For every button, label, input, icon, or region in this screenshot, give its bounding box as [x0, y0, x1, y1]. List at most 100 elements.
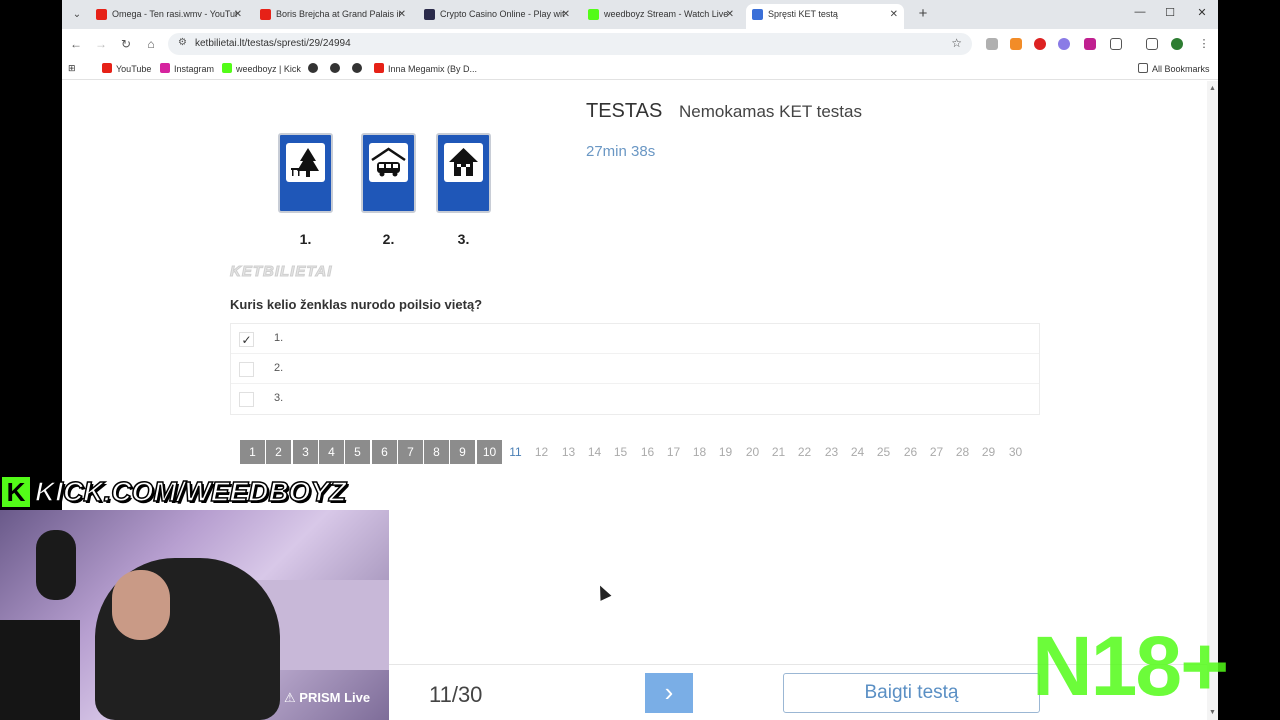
page-button-23[interactable]: 23	[819, 440, 844, 464]
page-button-16[interactable]: 16	[635, 440, 660, 464]
minimize-button[interactable]: —	[1133, 6, 1147, 18]
mouse-cursor	[594, 583, 612, 601]
tab-ket-test[interactable]: Spręsti KET testą ✕	[746, 4, 904, 29]
page-button-27[interactable]: 27	[924, 440, 949, 464]
bookmark-star-icon[interactable]: ☆	[951, 36, 962, 50]
bookmark-globe-3[interactable]	[352, 63, 366, 74]
page-button-17[interactable]: 17	[661, 440, 686, 464]
close-icon[interactable]: ✕	[890, 4, 898, 25]
sign-number-2: 2.	[382, 231, 395, 247]
page-button-25[interactable]: 25	[871, 440, 896, 464]
finish-test-button[interactable]: Baigti testą	[783, 673, 1040, 713]
webcam-monitor	[0, 620, 80, 720]
checkbox-checked[interactable]: ✓	[239, 332, 254, 347]
page-button-21[interactable]: 21	[766, 440, 791, 464]
page-button-29[interactable]: 29	[976, 440, 1001, 464]
page-button-9[interactable]: 9	[450, 440, 475, 464]
road-sign-1	[278, 133, 333, 213]
tab-youtube-omega[interactable]: Omega - Ten rasi.wmv - YouTub ✕	[90, 4, 248, 25]
page-button-12[interactable]: 12	[529, 440, 554, 464]
page-button-2[interactable]: 2	[266, 440, 291, 464]
bookmark-globe-2[interactable]	[330, 63, 344, 74]
page-button-22[interactable]: 22	[792, 440, 817, 464]
address-bar[interactable]: ⚙ ketbilietai.lt/testas/spresti/29/24994…	[168, 33, 972, 55]
site-info-icon[interactable]: ⚙	[178, 37, 187, 48]
metamask-icon[interactable]	[1010, 38, 1022, 50]
close-icon[interactable]: ✕	[234, 4, 242, 25]
page-button-5[interactable]: 5	[345, 440, 370, 464]
question-image: 1. 2. 3.	[230, 93, 548, 283]
bookmark-youtube[interactable]: YouTube	[102, 63, 151, 74]
page-button-7[interactable]: 7	[398, 440, 423, 464]
scroll-up-icon[interactable]: ▲	[1209, 85, 1216, 92]
folder-icon	[1138, 63, 1148, 73]
puzzle-icon[interactable]	[1110, 38, 1122, 50]
page-button-20[interactable]: 20	[740, 440, 765, 464]
page-button-10[interactable]: 10	[477, 440, 502, 464]
maximize-button[interactable]: ☐	[1163, 6, 1177, 19]
tab-search-icon[interactable]: ⌄	[68, 6, 86, 24]
page-button-19[interactable]: 19	[713, 440, 738, 464]
youtube-icon	[260, 9, 271, 20]
kick-url-text: KICK.COM/WEEDBOYZ	[34, 475, 347, 508]
checkbox[interactable]	[239, 392, 254, 407]
tab-youtube-boris[interactable]: Boris Brejcha at Grand Palais in ✕	[254, 4, 412, 25]
menu-icon[interactable]: ⋮	[1198, 38, 1210, 50]
all-bookmarks[interactable]: All Bookmarks	[1138, 63, 1210, 74]
adblock-icon[interactable]	[1034, 38, 1046, 50]
youtube-icon	[96, 9, 107, 20]
extension-icon[interactable]	[986, 38, 998, 50]
close-icon[interactable]: ✕	[562, 4, 570, 25]
page-button-30[interactable]: 30	[1003, 440, 1028, 464]
tree-icon	[291, 148, 319, 177]
answer-option-1[interactable]: ✓ 1.	[231, 324, 1039, 354]
page-button-3[interactable]: 3	[293, 440, 318, 464]
page-button-8[interactable]: 8	[424, 440, 449, 464]
page-button-28[interactable]: 28	[950, 440, 975, 464]
tab-kick-stream[interactable]: weedboyz Stream - Watch Live ✕	[582, 4, 740, 25]
age-rating-badge: N18+	[1032, 619, 1229, 713]
next-question-button[interactable]: ›	[645, 673, 693, 713]
apps-icon[interactable]: ⊞	[68, 63, 76, 74]
window-close-button[interactable]: ✕	[1195, 6, 1209, 19]
bookmark-kick[interactable]: weedboyz | Kick	[222, 63, 301, 74]
page-button-4[interactable]: 4	[319, 440, 344, 464]
new-tab-button[interactable]: +	[914, 5, 932, 23]
page-button-14[interactable]: 14	[582, 440, 607, 464]
page-button-26[interactable]: 26	[898, 440, 923, 464]
page-button-18[interactable]: 18	[687, 440, 712, 464]
page-button-13[interactable]: 13	[556, 440, 581, 464]
youtube-icon	[102, 63, 112, 73]
globe-icon	[352, 63, 362, 73]
checkbox[interactable]	[239, 362, 254, 377]
page-button-15[interactable]: 15	[608, 440, 633, 464]
globe-icon	[308, 63, 318, 73]
answer-option-2[interactable]: 2.	[231, 354, 1039, 384]
bookmark-globe-1[interactable]	[308, 63, 322, 74]
close-icon[interactable]: ✕	[398, 4, 406, 25]
back-button[interactable]: ←	[68, 36, 84, 52]
shield-icon[interactable]	[1084, 38, 1096, 50]
extension-icon[interactable]	[1058, 38, 1070, 50]
sign-panel	[444, 143, 483, 182]
page-button-11[interactable]: 11	[503, 440, 528, 464]
answer-label: 3.	[274, 392, 284, 404]
road-sign-3	[436, 133, 491, 213]
page-button-6[interactable]: 6	[372, 440, 397, 464]
forward-button[interactable]: →	[93, 36, 109, 52]
page-button-1[interactable]: 1	[240, 440, 265, 464]
bookmark-instagram[interactable]: Instagram	[160, 63, 214, 74]
bookmark-inna[interactable]: Inna Megamix (By D...	[374, 63, 477, 74]
page-button-24[interactable]: 24	[845, 440, 870, 464]
reload-button[interactable]: ↻	[118, 36, 134, 52]
avatar[interactable]	[1171, 38, 1183, 50]
answer-option-3[interactable]: 3.	[231, 384, 1039, 414]
tab-crypto-casino[interactable]: Crypto Casino Online - Play wit ✕	[418, 4, 576, 25]
sign-number-1: 1.	[299, 231, 312, 247]
webcam-face	[112, 570, 170, 640]
tab-groups-icon[interactable]	[1146, 38, 1158, 50]
youtube-icon	[374, 63, 384, 73]
home-button[interactable]: ⌂	[143, 36, 159, 52]
road-sign-2	[361, 133, 416, 213]
close-icon[interactable]: ✕	[726, 4, 734, 25]
